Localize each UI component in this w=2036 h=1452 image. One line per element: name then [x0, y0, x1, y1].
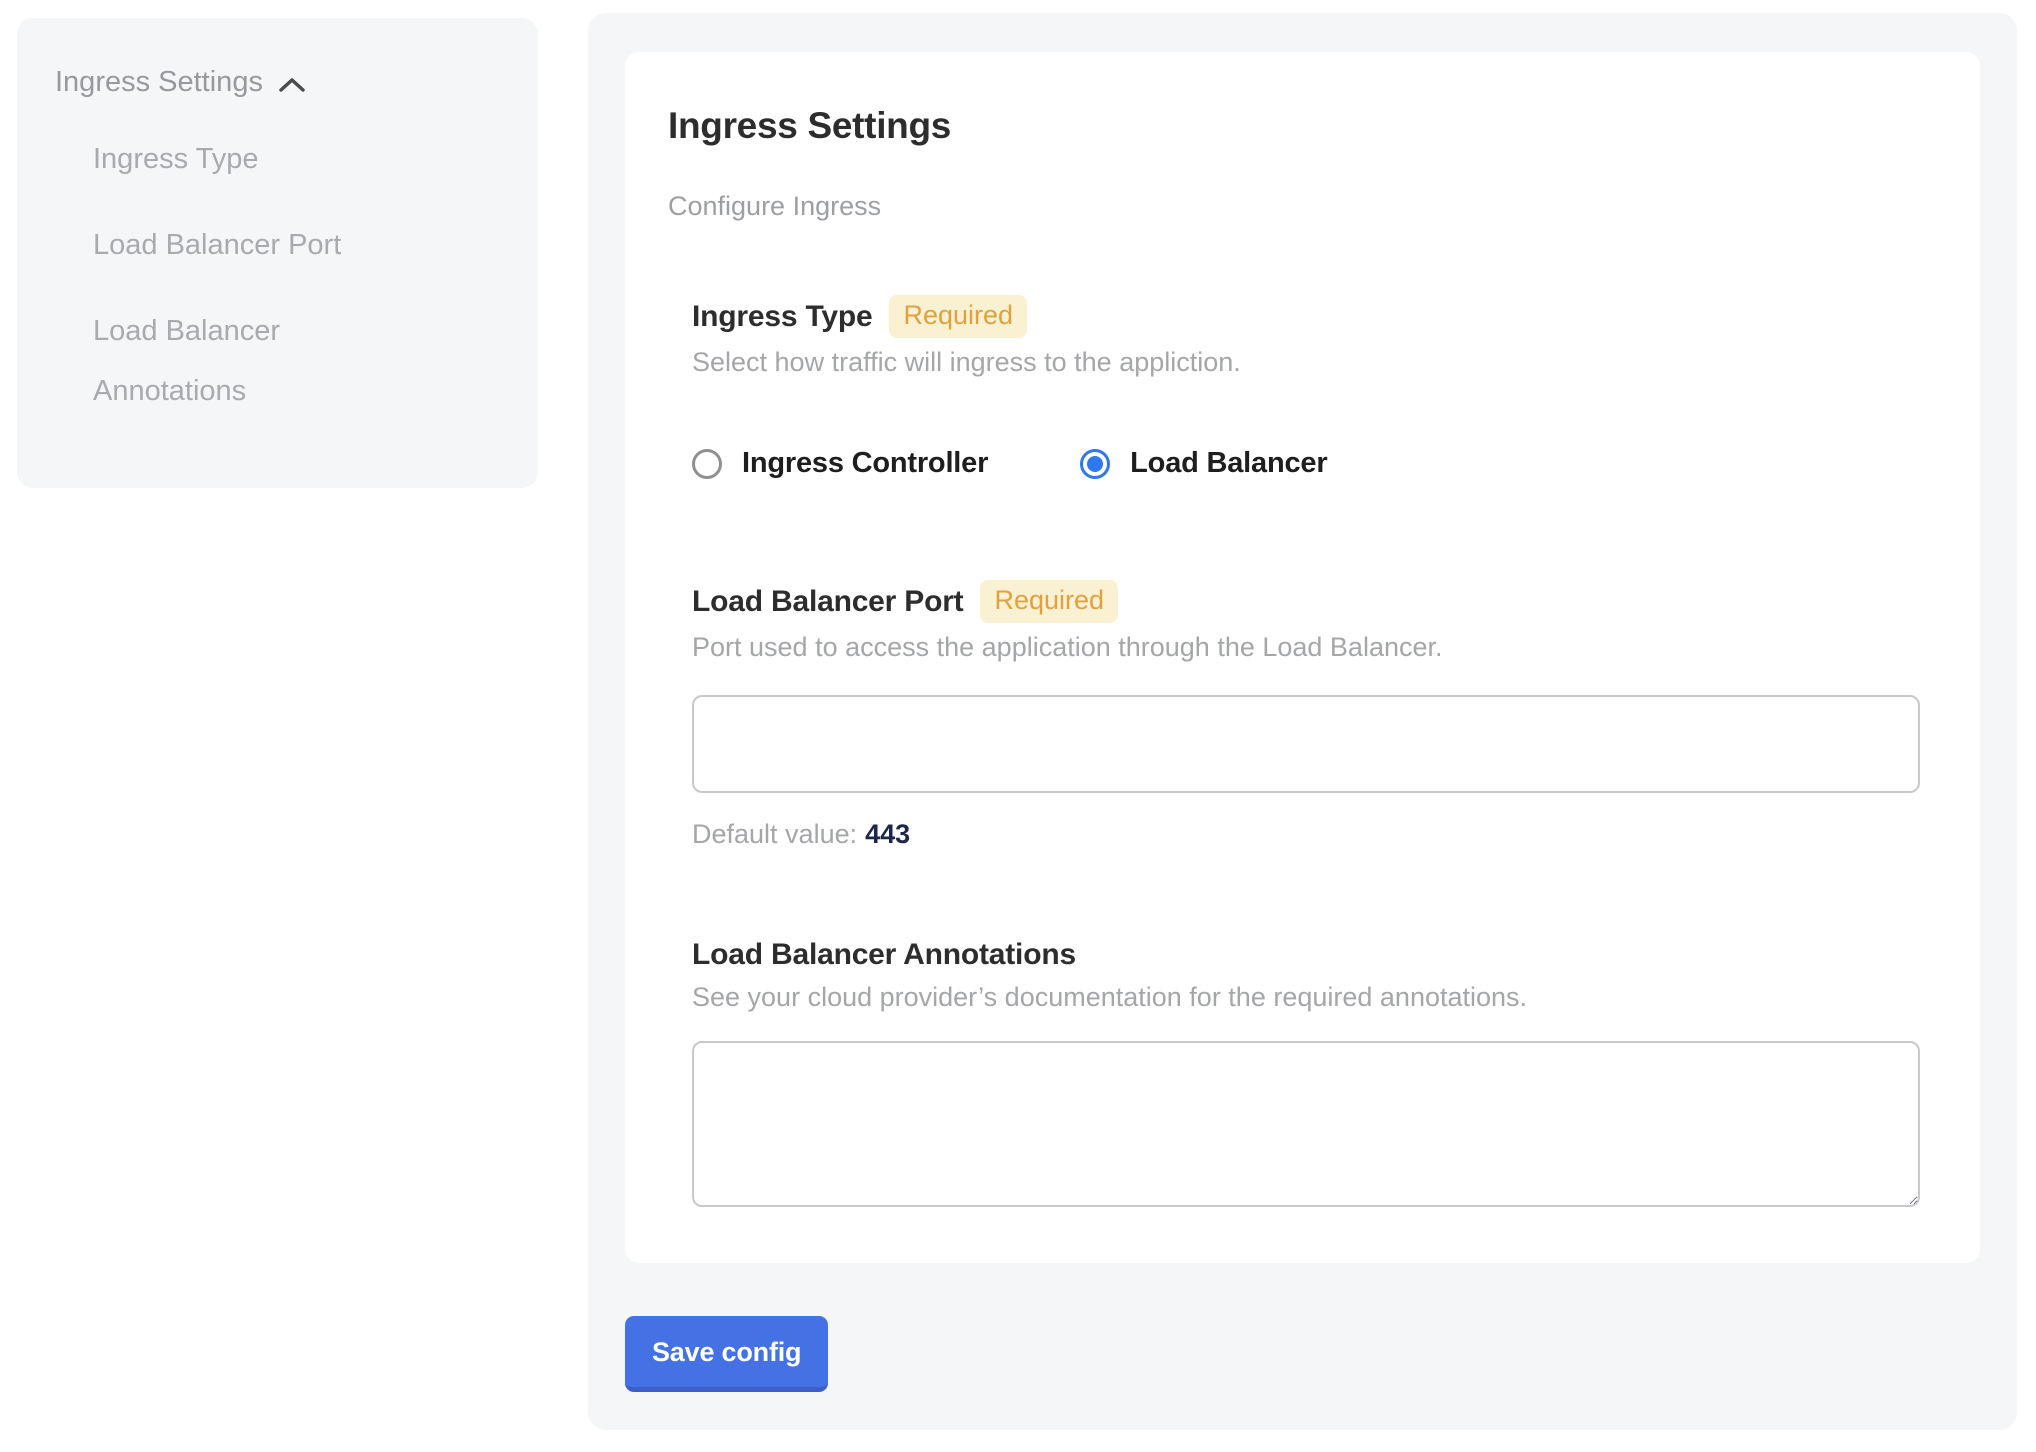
required-badge: Required — [889, 295, 1027, 338]
section-header: Load Balancer Port Required — [692, 580, 1920, 623]
required-badge: Required — [980, 580, 1118, 623]
radio-option-label: Ingress Controller — [742, 447, 988, 480]
sidebar-group-ingress-settings[interactable]: Ingress Settings — [55, 66, 510, 99]
main-panel: Ingress Settings Configure Ingress Ingre… — [588, 13, 2017, 1430]
field-description-ingress-type: Select how traffic will ingress to the a… — [692, 347, 1920, 378]
default-value-line: Default value: 443 — [692, 819, 1920, 850]
form-sections: Ingress Type Required Select how traffic… — [692, 295, 1920, 1207]
radio-unselected-icon[interactable] — [692, 449, 722, 479]
default-value: 443 — [865, 819, 910, 849]
sidebar-item-ingress-type[interactable]: Ingress Type — [93, 129, 393, 189]
load-balancer-port-input[interactable] — [692, 695, 1920, 793]
section-header: Load Balancer Annotations — [692, 938, 1920, 972]
page-title: Ingress Settings — [668, 105, 1920, 147]
sidebar-group-label: Ingress Settings — [55, 66, 263, 99]
default-value-label: Default value: — [692, 819, 857, 849]
sidebar-item-load-balancer-port[interactable]: Load Balancer Port — [93, 215, 393, 275]
field-description-load-balancer-annotations: See your cloud provider’s documentation … — [692, 982, 1920, 1013]
section-load-balancer-port: Load Balancer Port Required Port used to… — [692, 580, 1920, 850]
page-subtitle: Configure Ingress — [668, 191, 1920, 222]
field-label-load-balancer-annotations: Load Balancer Annotations — [692, 938, 1076, 972]
section-header: Ingress Type Required — [692, 295, 1920, 338]
settings-nav-sidebar: Ingress Settings Ingress Type Load Balan… — [17, 18, 538, 488]
save-config-button[interactable]: Save config — [625, 1316, 828, 1392]
sidebar-item-list: Ingress Type Load Balancer Port Load Bal… — [93, 129, 393, 421]
field-label-ingress-type: Ingress Type — [692, 300, 872, 334]
radio-option-label: Load Balancer — [1130, 447, 1327, 480]
chevron-up-icon — [277, 75, 307, 95]
radio-selected-icon[interactable] — [1080, 449, 1110, 479]
radio-option-load-balancer[interactable]: Load Balancer — [1080, 447, 1327, 480]
section-ingress-type: Ingress Type Required Select how traffic… — [692, 295, 1920, 480]
field-label-load-balancer-port: Load Balancer Port — [692, 585, 963, 619]
sidebar-item-load-balancer-annotations[interactable]: Load Balancer Annotations — [93, 301, 393, 421]
load-balancer-annotations-textarea[interactable] — [692, 1041, 1920, 1207]
radio-option-ingress-controller[interactable]: Ingress Controller — [692, 447, 988, 480]
ingress-type-radio-group: Ingress Controller Load Balancer — [692, 447, 1920, 480]
field-description-load-balancer-port: Port used to access the application thro… — [692, 632, 1920, 663]
ingress-settings-card: Ingress Settings Configure Ingress Ingre… — [625, 52, 1980, 1263]
section-load-balancer-annotations: Load Balancer Annotations See your cloud… — [692, 938, 1920, 1207]
